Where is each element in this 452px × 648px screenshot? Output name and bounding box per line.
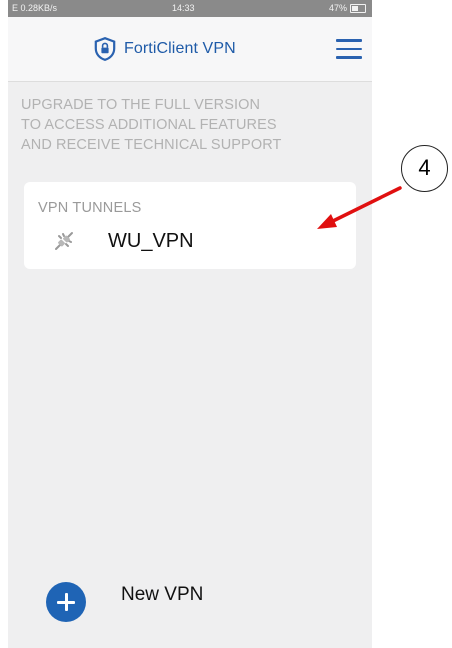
- app-header: FortiClient VPN: [8, 17, 372, 82]
- vpn-tunnels-card: VPN TUNNELS WU_VPN: [24, 182, 356, 269]
- disconnected-plug-icon: [55, 232, 73, 250]
- network-speed: E 0.28KB/s: [12, 3, 58, 13]
- callout-number: 4: [401, 145, 448, 192]
- battery-status: 47%: [329, 0, 366, 17]
- battery-icon: [350, 4, 366, 13]
- status-bar: E 0.28KB/s 14:33 47%: [8, 0, 372, 17]
- app-logo: FortiClient VPN: [94, 37, 236, 61]
- tunnel-name: WU_VPN: [108, 229, 194, 252]
- upgrade-line: AND RECEIVE TECHNICAL SUPPORT: [21, 137, 282, 153]
- menu-button[interactable]: [336, 39, 362, 59]
- upgrade-line: TO ACCESS ADDITIONAL FEATURES: [21, 117, 277, 133]
- shield-lock-icon: [94, 37, 116, 61]
- upgrade-banner[interactable]: UPGRADE TO THE FULL VERSION TO ACCESS AD…: [21, 95, 366, 155]
- new-vpn-button[interactable]: New VPN: [46, 582, 203, 622]
- upgrade-line: UPGRADE TO THE FULL VERSION: [21, 97, 261, 113]
- phone-screen: E 0.28KB/s 14:33 47% FortiClient VPN UPG…: [8, 0, 372, 648]
- new-vpn-label: New VPN: [121, 584, 204, 605]
- vpn-tunnels-heading: VPN TUNNELS: [38, 200, 142, 216]
- hamburger-menu-icon[interactable]: [336, 39, 362, 59]
- app-title: FortiClient VPN: [124, 40, 236, 57]
- plus-circle-icon[interactable]: [46, 582, 86, 622]
- battery-percent: 47%: [328, 3, 347, 13]
- tunnel-item[interactable]: WU_VPN: [54, 228, 194, 254]
- clock: 14:33: [172, 3, 195, 13]
